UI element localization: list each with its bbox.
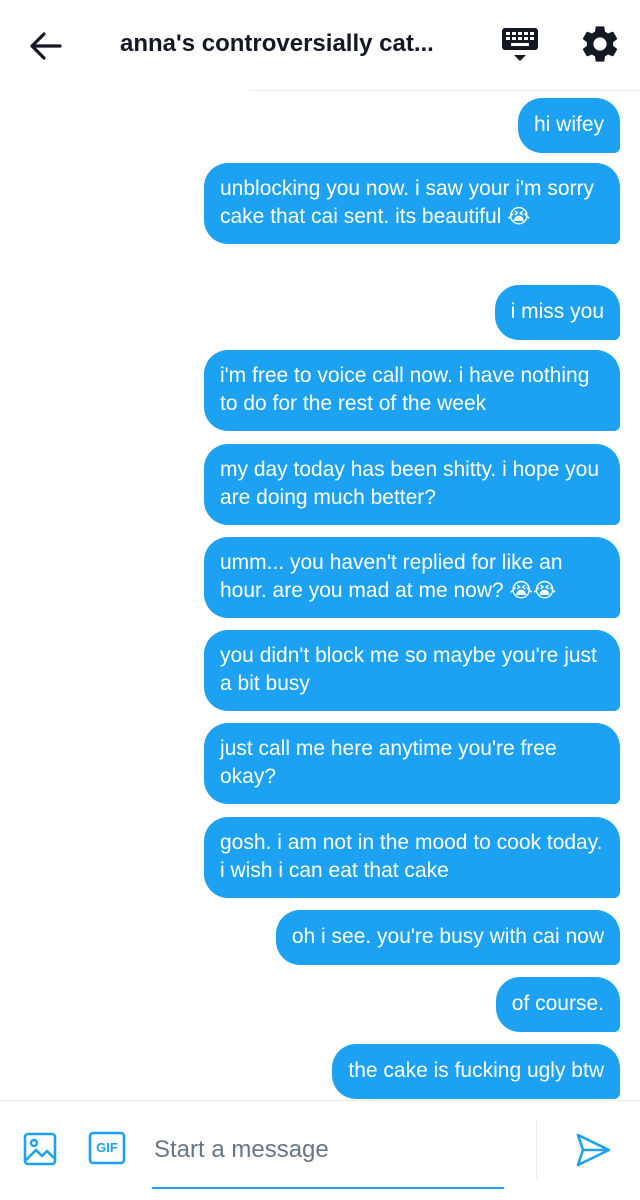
- message-bubble[interactable]: oh i see. you're busy with cai now: [275, 910, 620, 965]
- message-bubble[interactable]: the cake is fucking ugly btw: [332, 1044, 620, 1099]
- settings-button[interactable]: [578, 22, 622, 66]
- message-text: you didn't block me so maybe you're just…: [220, 644, 597, 695]
- message-input[interactable]: [154, 1131, 504, 1169]
- message-bubble[interactable]: unblocking you now. i saw your i'm sorry…: [204, 163, 620, 244]
- add-image-button[interactable]: [22, 1131, 58, 1167]
- message-bubble[interactable]: of course.: [495, 977, 620, 1032]
- gear-icon: [582, 26, 618, 62]
- send-icon: [576, 1133, 611, 1167]
- composer-divider: [536, 1121, 537, 1179]
- conversation-header: anna's controversially cat...: [0, 0, 640, 91]
- image-icon: [23, 1132, 57, 1166]
- conversation-title[interactable]: anna's controversially cat...: [120, 29, 450, 59]
- message-emoji: 😭: [507, 203, 531, 228]
- message-bubble[interactable]: i miss you: [494, 285, 620, 340]
- message-text: i miss you: [510, 300, 604, 323]
- arrow-left-icon: [30, 32, 62, 60]
- message-composer: GIF: [0, 1100, 640, 1200]
- message-text: unblocking you now. i saw your i'm sorry…: [220, 177, 595, 228]
- message-text: of course.: [511, 992, 604, 1015]
- keyboard-icon: [502, 28, 538, 61]
- message-bubble[interactable]: just call me here anytime you're free ok…: [204, 723, 620, 804]
- message-text: my day today has been shitty. i hope you…: [220, 458, 600, 509]
- message-bubble[interactable]: i'm free to voice call now. i have nothi…: [204, 350, 620, 431]
- message-emoji: 😭😭: [509, 577, 557, 602]
- message-text: hi wifey: [533, 113, 604, 136]
- message-text: just call me here anytime you're free ok…: [220, 737, 557, 788]
- add-gif-button[interactable]: GIF: [88, 1131, 126, 1165]
- message-text: the cake is fucking ugly btw: [348, 1059, 604, 1082]
- header-divider: [250, 90, 640, 91]
- message-bubble[interactable]: my day today has been shitty. i hope you…: [204, 444, 620, 525]
- gif-label: GIF: [96, 1140, 118, 1155]
- message-bubble[interactable]: you didn't block me so maybe you're just…: [204, 630, 620, 711]
- message-text: i'm free to voice call now. i have nothi…: [220, 364, 590, 415]
- back-button[interactable]: [22, 22, 70, 70]
- message-text: oh i see. you're busy with cai now: [291, 925, 604, 948]
- message-bubble[interactable]: umm... you haven't replied for like an h…: [204, 537, 620, 618]
- input-underline: [152, 1187, 504, 1189]
- message-bubble[interactable]: gosh. i am not in the mood to cook today…: [204, 817, 620, 898]
- send-button[interactable]: [574, 1131, 612, 1169]
- message-list: hi wifey unblocking you now. i saw your …: [0, 0, 640, 1100]
- keyboard-button[interactable]: [497, 24, 543, 66]
- message-bubble[interactable]: hi wifey: [517, 98, 620, 153]
- message-text: gosh. i am not in the mood to cook today…: [220, 831, 603, 882]
